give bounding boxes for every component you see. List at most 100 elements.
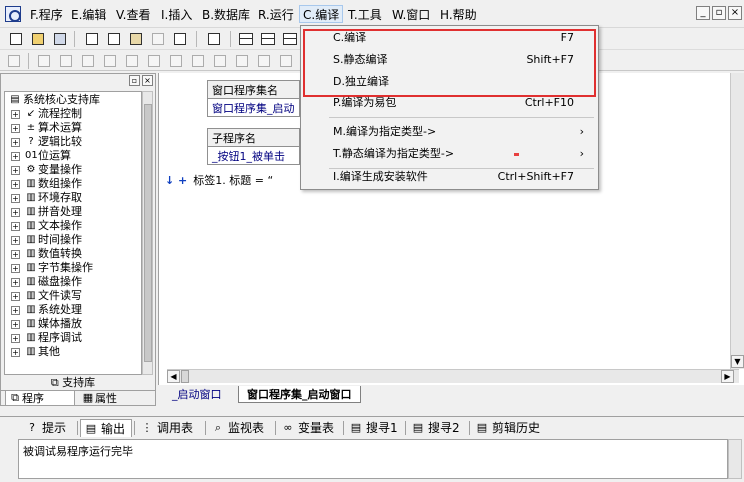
tree-item[interactable]: + ▥ 媒体播放 (5, 317, 141, 331)
expand-plus-icon[interactable]: + (11, 222, 20, 231)
tab-watch[interactable]: ⌕ 监视表 (208, 419, 274, 437)
tree-item[interactable]: + ▥ 文本操作 (5, 219, 141, 233)
save-icon[interactable] (52, 31, 68, 47)
expand-plus-icon[interactable]: + (11, 180, 20, 189)
center-h-icon[interactable] (256, 53, 272, 69)
align-middle-icon[interactable] (124, 53, 140, 69)
layout-panel-icon[interactable] (260, 31, 276, 47)
align-bottom-icon[interactable] (146, 53, 162, 69)
tab-variables[interactable]: ∞ 变量表 (278, 419, 342, 437)
tree-item[interactable]: + ▥ 拼音处理 (5, 205, 141, 219)
expand-plus-icon[interactable]: + (11, 348, 20, 357)
tree-scrollbar[interactable] (142, 91, 153, 375)
expand-plus-icon[interactable]: + (11, 320, 20, 329)
layout-panel-icon[interactable] (282, 31, 298, 47)
expand-plus-icon[interactable]: + (11, 306, 20, 315)
tree-root-item[interactable]: ▤ 系统核心支持库 (5, 93, 141, 107)
new-file-icon[interactable] (8, 31, 24, 47)
panel-close-button[interactable]: × (142, 75, 153, 86)
tab-search2[interactable]: ▤ 搜寻2 (408, 419, 466, 437)
expand-plus-icon[interactable]: + (11, 250, 20, 259)
expand-plus-icon[interactable]: + (11, 264, 20, 273)
tree-item[interactable]: + ↙ 流程控制 (5, 107, 141, 121)
expand-plus-icon[interactable]: + (11, 152, 20, 161)
scroll-right-icon[interactable]: ▶ (721, 370, 734, 383)
tree-item[interactable]: +01 位运算 (5, 149, 141, 163)
tab-properties[interactable]: ▦ 属性 (79, 391, 149, 406)
tree-item[interactable]: + ▥ 磁盘操作 (5, 275, 141, 289)
menu-help[interactable]: H.帮助 (437, 6, 480, 24)
subroutine-name-value[interactable]: _按钮1_被单击 (207, 146, 300, 165)
tree-item[interactable]: + ▥ 环境存取 (5, 191, 141, 205)
output-scrollbar[interactable] (728, 439, 742, 479)
menu-view[interactable]: V.查看 (113, 6, 153, 24)
tree-item[interactable]: + ▥ 程序调试 (5, 331, 141, 345)
tree-item[interactable]: + ± 算术运算 (5, 121, 141, 135)
undo-icon[interactable] (172, 31, 188, 47)
expand-plus-icon[interactable]: + (11, 236, 20, 245)
scroll-down-icon[interactable]: ▼ (731, 355, 744, 368)
tree-item[interactable]: + ▥ 系统处理 (5, 303, 141, 317)
menu-tools[interactable]: T.工具 (345, 6, 385, 24)
expand-plus-icon[interactable]: + (11, 194, 20, 203)
panel-float-button[interactable]: ▫ (129, 75, 140, 86)
menu-database[interactable]: B.数据库 (199, 6, 253, 24)
tree-item[interactable]: + ⚙ 变量操作 (5, 163, 141, 177)
editor-horizontal-scrollbar[interactable]: ◀ ▶ (167, 369, 739, 383)
expand-plus-icon[interactable]: + (11, 292, 20, 301)
tab-startup-window[interactable]: _启动窗口 (164, 386, 230, 403)
tab-clip-history[interactable]: ▤ 剪辑历史 (472, 419, 552, 437)
tree-scroll-thumb[interactable] (144, 104, 152, 362)
menu-item-static-compile-as-type[interactable]: T.静态编译为指定类型-> › (303, 143, 596, 165)
assembly-name-value[interactable]: 窗口程序集_启动 (207, 98, 300, 117)
align-center-icon[interactable] (58, 53, 74, 69)
expand-plus-icon[interactable]: + (11, 124, 20, 133)
tab-call-stack[interactable]: ⋮ 调用表 (137, 419, 203, 437)
same-height-icon[interactable] (190, 53, 206, 69)
redo-icon[interactable] (150, 31, 166, 47)
expand-plus-icon[interactable]: + (11, 138, 20, 147)
restore-button[interactable]: ▫ (712, 6, 726, 20)
tree-item[interactable]: + ▥ 时间操作 (5, 233, 141, 247)
align-top-icon[interactable] (102, 53, 118, 69)
cut-icon[interactable] (84, 31, 100, 47)
scroll-left-icon[interactable]: ◀ (167, 370, 180, 383)
menu-item-compile-epackage[interactable]: P.编译为易包 Ctrl+F10 (303, 92, 596, 114)
tab-startup-assembly[interactable]: 窗口程序集_启动窗口 (238, 386, 361, 403)
hscroll-thumb[interactable] (181, 370, 189, 383)
menu-item-build-installer[interactable]: I.编译生成安装软件 Ctrl+Shift+F7 (303, 166, 596, 188)
v-spacing-icon[interactable] (234, 53, 250, 69)
menu-window[interactable]: W.窗口 (389, 6, 433, 24)
menu-run[interactable]: R.运行 (255, 6, 297, 24)
tree-item[interactable]: +? 逻辑比较 (5, 135, 141, 149)
tab-output[interactable]: ▤ 输出 (80, 419, 132, 437)
menu-program[interactable]: F.程序 (27, 6, 66, 24)
tree-item[interactable]: + ▥ 字节集操作 (5, 261, 141, 275)
editor-vertical-scrollbar[interactable]: ▼ (730, 73, 744, 369)
menu-insert[interactable]: I.插入 (158, 6, 195, 24)
code-line[interactable]: ↓ + 标签1. 标题 = “ (165, 173, 273, 189)
expand-plus-icon[interactable]: + (11, 278, 20, 287)
same-width-icon[interactable] (168, 53, 184, 69)
align-grid-icon[interactable] (6, 53, 22, 69)
center-v-icon[interactable] (278, 53, 294, 69)
layout-panel-icon[interactable] (238, 31, 254, 47)
h-spacing-icon[interactable] (212, 53, 228, 69)
expand-plus-icon[interactable]: + (11, 166, 20, 175)
menu-edit[interactable]: E.编辑 (68, 6, 109, 24)
tree-item[interactable]: + ▥ 其他 (5, 345, 141, 359)
output-console[interactable]: 被调试易程序运行完毕 (18, 439, 728, 479)
tree-item[interactable]: + ▥ 数组操作 (5, 177, 141, 191)
paste-icon[interactable] (128, 31, 144, 47)
close-button[interactable]: × (728, 6, 742, 20)
minimize-button[interactable]: _ (696, 6, 710, 20)
tab-hints[interactable]: ? 提示 (22, 419, 74, 437)
copy-icon[interactable] (106, 31, 122, 47)
menu-compile[interactable]: C.编译 (299, 5, 344, 23)
expand-plus-icon[interactable]: + (11, 110, 20, 119)
tree-item[interactable]: + ▥ 数值转换 (5, 247, 141, 261)
support-library-tab[interactable]: ⧉ 支持库 (4, 375, 142, 391)
find-icon[interactable] (206, 31, 222, 47)
expand-plus-icon[interactable]: + (11, 334, 20, 343)
tree-item[interactable]: + ▥ 文件读写 (5, 289, 141, 303)
